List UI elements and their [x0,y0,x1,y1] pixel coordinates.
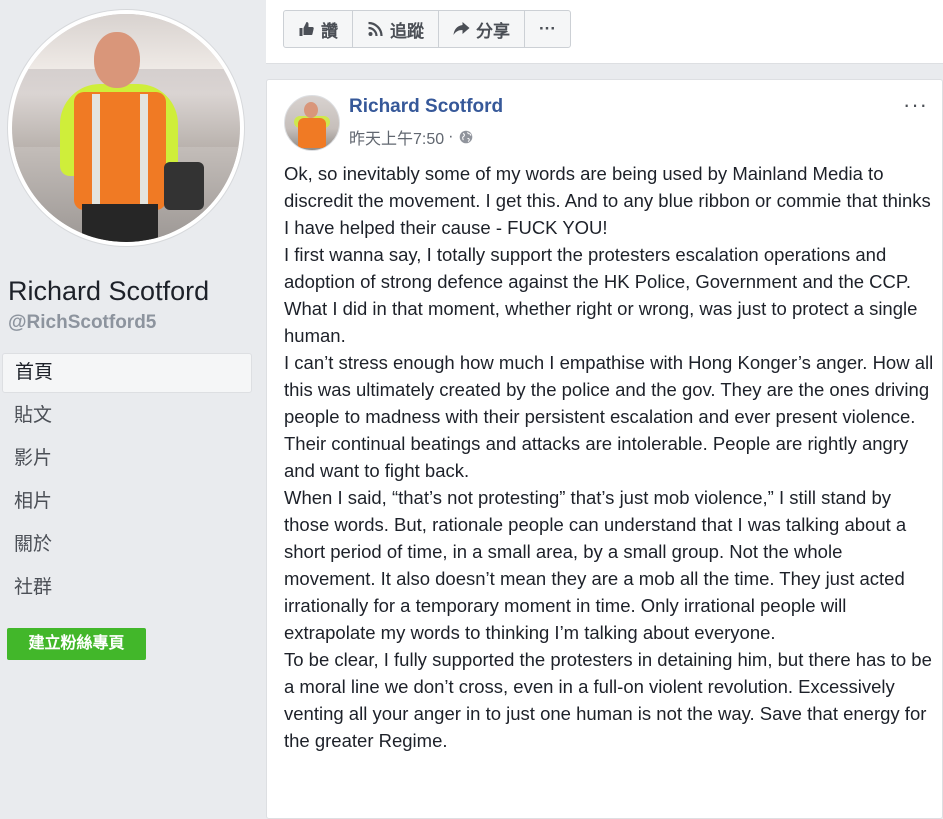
like-label: 讚 [321,21,338,41]
post-author-name[interactable]: Richard Scotford [349,96,503,118]
nav-item-posts[interactable]: 貼文 [2,396,252,436]
nav-item-photos[interactable]: 相片 [2,482,252,522]
post-paragraph: To be clear, I fully supported the prote… [284,649,932,751]
nav-item-community[interactable]: 社群 [2,568,252,608]
create-page-button[interactable]: 建立粉絲專頁 [7,628,146,660]
more-actions-button[interactable]: ··· [525,11,570,47]
nav-item-videos[interactable]: 影片 [2,439,252,479]
nav-item-about[interactable]: 關於 [2,525,252,565]
page-nav: 首頁 貼文 影片 相片 關於 社群 [2,353,252,611]
post-text: Ok, so inevitably some of my words are b… [284,160,934,754]
follow-button[interactable]: 追蹤 [353,11,439,47]
like-button[interactable]: 讚 [284,11,353,47]
post-paragraph: Ok, so inevitably some of my words are b… [284,163,931,238]
post-card: Richard Scotford 昨天上午7:50 · ··· Ok, so i… [266,79,943,819]
post-paragraph: I first wanna say, I totally support the… [284,244,911,292]
page-sidebar: Richard Scotford @RichScotford5 首頁 貼文 影片… [0,0,262,806]
share-button[interactable]: 分享 [439,11,525,47]
post-paragraph: When I said, “that’s not protesting” tha… [284,487,907,643]
more-dots-icon: ··· [539,19,556,38]
share-arrow-icon [453,22,470,35]
post-options-icon[interactable]: ··· [903,94,928,116]
share-label: 分享 [476,21,510,41]
follow-label: 追蹤 [390,21,424,41]
globe-icon[interactable] [459,130,473,144]
post-timestamp[interactable]: 昨天上午7:50 [349,125,444,149]
action-button-group: 讚 追蹤 分享 ··· [283,10,571,48]
post-paragraph: What I did in that moment, whether right… [284,298,918,346]
post-author-avatar[interactable] [284,95,340,151]
rss-feed-icon [368,21,383,37]
profile-photo-image [12,14,240,242]
thumbs-up-icon [299,22,314,36]
post-meta: 昨天上午7:50 · [349,125,473,149]
profile-picture[interactable] [8,10,244,246]
nav-item-home[interactable]: 首頁 [2,353,252,393]
page-username[interactable]: @RichScotford5 [8,312,156,334]
meta-separator: · [448,128,454,145]
page-action-bar: 讚 追蹤 分享 ··· [266,0,943,64]
page-title[interactable]: Richard Scotford [8,276,209,307]
post-paragraph: I can’t stress enough how much I empathi… [284,352,934,481]
